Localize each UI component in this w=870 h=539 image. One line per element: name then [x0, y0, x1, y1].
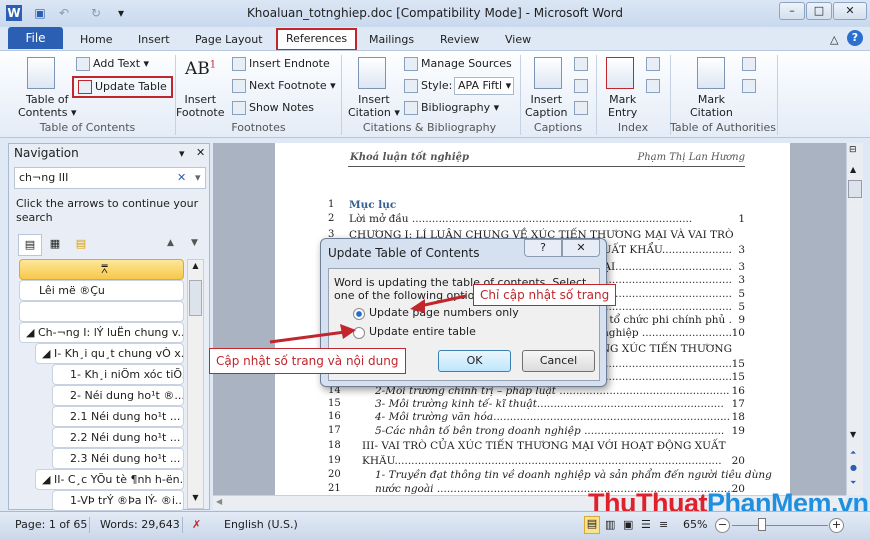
arrowhead-icon [340, 324, 356, 339]
zoom-slider-thumb[interactable] [758, 518, 766, 531]
arrowhead-icon [410, 299, 425, 313]
page-count[interactable]: Page: 1 of 65 [15, 518, 87, 531]
annotation-page-only: Chỉ cập nhật số trang [473, 284, 617, 306]
full-screen-reading-icon[interactable]: ▥ [605, 518, 615, 531]
arrow-to-option2 [269, 330, 346, 344]
zoom-in-button[interactable]: + [829, 518, 844, 533]
zoom-slider[interactable] [732, 525, 828, 526]
word-count[interactable]: Words: 29,643 [100, 518, 180, 531]
zoom-level[interactable]: 65% [683, 518, 707, 531]
annotation-entire-table: Cập nhật số trang và nội dung [209, 348, 406, 374]
arrow-to-option1 [419, 294, 467, 308]
annotation-arrows [269, 294, 467, 344]
proofing-icon[interactable]: ✗ [192, 518, 201, 531]
language[interactable]: English (U.S.) [224, 518, 298, 531]
status-bar: Page: 1 of 65 Words: 29,643 ✗ English (U… [0, 511, 870, 539]
draft-icon[interactable]: ≡ [659, 518, 668, 531]
zoom-out-button[interactable]: − [715, 518, 730, 533]
outline-icon[interactable]: ☰ [641, 518, 651, 531]
web-layout-icon[interactable]: ▣ [623, 518, 633, 531]
print-layout-icon[interactable]: ▤ [584, 516, 600, 534]
